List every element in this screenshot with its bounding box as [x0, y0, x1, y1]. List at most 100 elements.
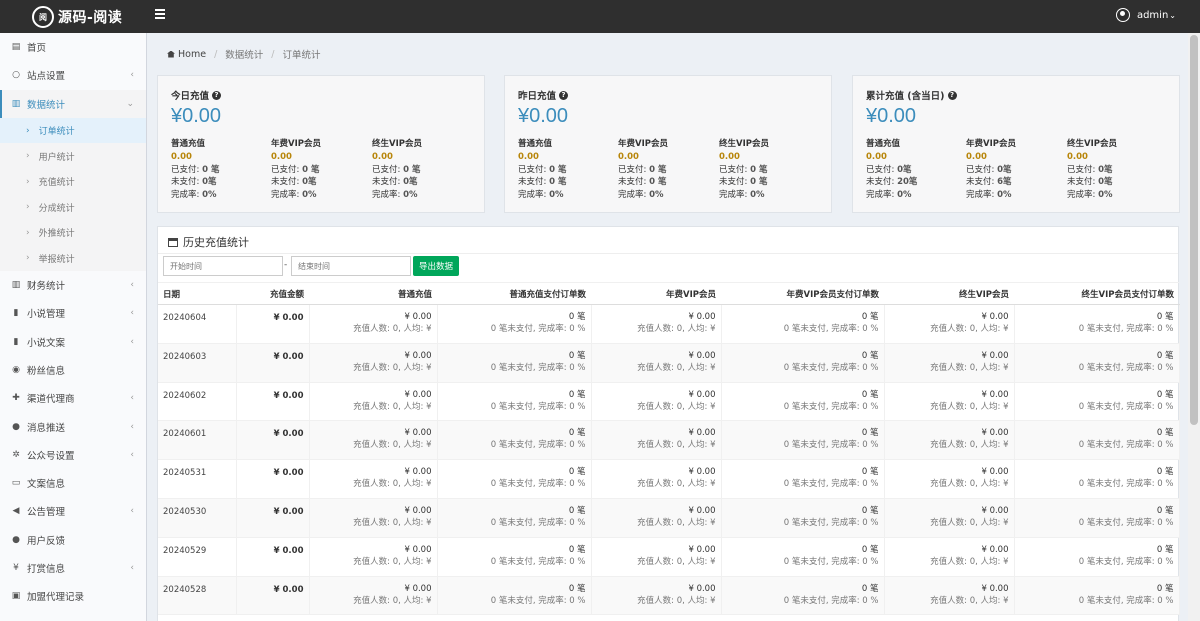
sidebar-subitem[interactable]: › 举报统计	[0, 245, 146, 271]
count-value: 0 笔	[1156, 312, 1174, 322]
site-title: 源码-阅读	[58, 10, 123, 26]
stat-column-value: 0.00	[719, 151, 740, 162]
sidebar-subitem-label: 举报统计	[38, 254, 75, 265]
stat-unpaid-label: 未支付:	[171, 177, 203, 188]
sidebar-item[interactable]: ◉ 粉丝信息	[0, 356, 146, 384]
stat-paid-label: 已支付:	[271, 164, 303, 175]
user-menu[interactable]: admin ⌄	[1115, 8, 1176, 22]
export-data-button[interactable]: 导出数据	[413, 256, 459, 276]
question-icon[interactable]: ?	[947, 90, 957, 100]
column-header[interactable]: 普通充值支付订单数	[437, 282, 591, 305]
stat-title-text: 今日充值	[171, 91, 210, 102]
question-icon[interactable]: ?	[559, 90, 569, 100]
sidebar-item[interactable]: ▮ 小说文案 ‹	[0, 327, 146, 355]
sidebar-item[interactable]: ▮ 小说管理 ‹	[0, 299, 146, 327]
book-icon: ▮	[13, 308, 19, 319]
money-cell: ¥ 0.00 充值人数: 0, 人均: ¥	[591, 304, 722, 344]
money-sub: 充值人数: 0, 人均: ¥	[353, 479, 432, 490]
count-sub: 0 笔未支付, 完成率: 0 %	[490, 440, 586, 451]
column-header[interactable]: 日期	[158, 282, 236, 305]
column-header[interactable]: 充值金额	[236, 282, 309, 305]
count-value: 0 笔	[1156, 583, 1174, 594]
sidebar-subitem[interactable]: › 分成统计	[0, 194, 146, 220]
count-cell: 0 笔0 笔未支付, 完成率: 0 %	[437, 304, 592, 344]
count-value: 0 笔	[861, 544, 879, 555]
count-sub: 0 笔未支付, 完成率: 0 %	[783, 479, 879, 490]
page-scrollbar[interactable]	[1188, 33, 1200, 621]
sidebar-item-label: 财务统计	[27, 281, 66, 293]
sidebar-item-label: 小说文案	[27, 337, 66, 349]
scrollbar-thumb[interactable]	[1190, 35, 1198, 425]
sidebar-item[interactable]: ✲ 公众号设置 ‹	[0, 441, 146, 469]
money-value: ¥ 0.00	[981, 583, 1009, 594]
column-header[interactable]: 终生VIP会员支付订单数	[1014, 282, 1179, 305]
sidebar-subitem[interactable]: › 外推统计	[0, 219, 146, 246]
end-date-input[interactable]	[291, 256, 411, 276]
menu-toggle-icon[interactable]	[155, 9, 165, 21]
sidebar-item[interactable]: ● 用户反馈	[0, 526, 146, 554]
keyboard-icon: ▭	[11, 478, 21, 489]
chevron-right-icon: ›	[26, 151, 30, 162]
money-cell: ¥ 0.00 充值人数: 0, 人均: ¥	[591, 576, 722, 616]
sidebar-item[interactable]: ● 消息推送 ‹	[0, 412, 146, 440]
sidebar-item[interactable]: ▭ 文案信息	[0, 469, 146, 497]
count-sub: 0 笔未支付, 完成率: 0 %	[1078, 362, 1174, 373]
sidebar-subitem[interactable]: › 充值统计	[0, 168, 146, 195]
stat-column: 年费VIP会员 0.00 已支付: 0 笔 未支付: 0 笔 完成率: 0%	[618, 138, 718, 202]
money-value: ¥ 0.00	[404, 583, 432, 594]
logo[interactable]: 阅 源码-阅读	[32, 5, 122, 29]
sidebar-subitem-label: 分成统计	[38, 203, 75, 214]
sidebar-item[interactable]: ○ 站点设置 ‹	[0, 61, 146, 89]
start-date-input[interactable]	[163, 256, 283, 276]
breadcrumb-home[interactable]: Home	[178, 49, 206, 60]
breadcrumb-separator: /	[271, 48, 275, 60]
sidebar-item[interactable]: ▤ 首页	[0, 33, 146, 61]
question-icon[interactable]: ?	[212, 90, 222, 100]
sidebar-item[interactable]: ▥ 数据统计 ⌄	[0, 89, 146, 118]
money-sub: 充值人数: 0, 人均: ¥	[353, 401, 432, 412]
stat-column: 终生VIP会员 0.00 已支付: 0 笔 未支付: 0笔 完成率: 0%	[372, 138, 472, 202]
count-value: 0 笔	[568, 583, 586, 594]
sidebar-subitem[interactable]: › 用户统计	[0, 143, 146, 169]
sidebar-item[interactable]: ▣ 加盟代理记录	[0, 582, 146, 610]
count-sub: 0 笔未支付, 完成率: 0 %	[783, 362, 879, 373]
sidebar-item[interactable]: ✚ 渠道代理商 ‹	[0, 384, 146, 412]
money-value: ¥ 0.00	[981, 505, 1009, 516]
history-title-text: 历史充值统计	[183, 236, 249, 249]
breadcrumb-separator: /	[214, 48, 218, 60]
column-header[interactable]: 年费VIP会员	[591, 282, 721, 305]
breadcrumb-level1[interactable]: 数据统计	[225, 47, 263, 61]
stat-column: 终生VIP会员 0.00 已支付: 0笔 未支付: 0笔 完成率: 0%	[1067, 138, 1167, 202]
money-value: ¥ 0.00	[981, 467, 1009, 478]
money-sub: 充值人数: 0, 人均: ¥	[637, 440, 716, 451]
count-cell: 0 笔0 笔未支付, 完成率: 0 %	[721, 576, 885, 616]
sidebar-item-label: 加盟代理记录	[27, 592, 85, 604]
count-sub: 0 笔未支付, 完成率: 0 %	[490, 479, 586, 490]
sidebar-subitem[interactable]: › 订单统计	[0, 117, 146, 144]
sidebar-item[interactable]: ¥ 打赏信息 ‹	[0, 554, 146, 582]
stat-column: 普通充值 0.00 已支付: 0 笔 未支付: 0 笔 完成率: 0%	[518, 138, 618, 202]
money-sub: 充值人数: 0, 人均: ¥	[353, 556, 432, 567]
count-value: 0 笔	[1156, 428, 1174, 439]
column-header[interactable]: 终生VIP会员	[884, 282, 1014, 305]
sidebar-item[interactable]: ▥ 财务统计 ‹	[0, 271, 146, 299]
stat-column: 普通充值 0.00 已支付: 0笔 未支付: 20笔 完成率: 0%	[866, 138, 966, 202]
stat-rate: 完成率: 0%	[171, 189, 271, 202]
main-content: Home / 数据统计 / 订单统计 今日充值? ¥0.00 普通充值 0.00 …	[147, 33, 1187, 621]
stat-rate-label: 完成率:	[966, 190, 998, 201]
book-icon: ▮	[13, 336, 19, 347]
money-cell: ¥ 0.00 充值人数: 0, 人均: ¥	[309, 459, 438, 499]
stat-unpaid: 未支付: 0 笔	[618, 176, 718, 189]
count-sub: 0 笔未支付, 完成率: 0 %	[1078, 517, 1174, 528]
stat-paid-value: 0 笔	[302, 164, 320, 175]
stat-unpaid-label: 未支付:	[518, 177, 550, 188]
column-header[interactable]: 年费VIP会员支付订单数	[721, 282, 884, 305]
money-value: ¥ 0.00	[404, 467, 432, 478]
count-cell: 0 笔0 笔未支付, 完成率: 0 %	[721, 304, 885, 344]
column-header[interactable]: 普通充值	[309, 282, 437, 305]
sidebar-item[interactable]: ◀ 公告管理 ‹	[0, 497, 146, 525]
money-value: ¥ 0.00	[688, 389, 716, 400]
count-cell: 0 笔0 笔未支付, 完成率: 0 %	[721, 382, 885, 422]
money-value: ¥ 0.00	[404, 350, 432, 361]
money-cell: ¥ 0.00 充值人数: 0, 人均: ¥	[591, 420, 722, 461]
